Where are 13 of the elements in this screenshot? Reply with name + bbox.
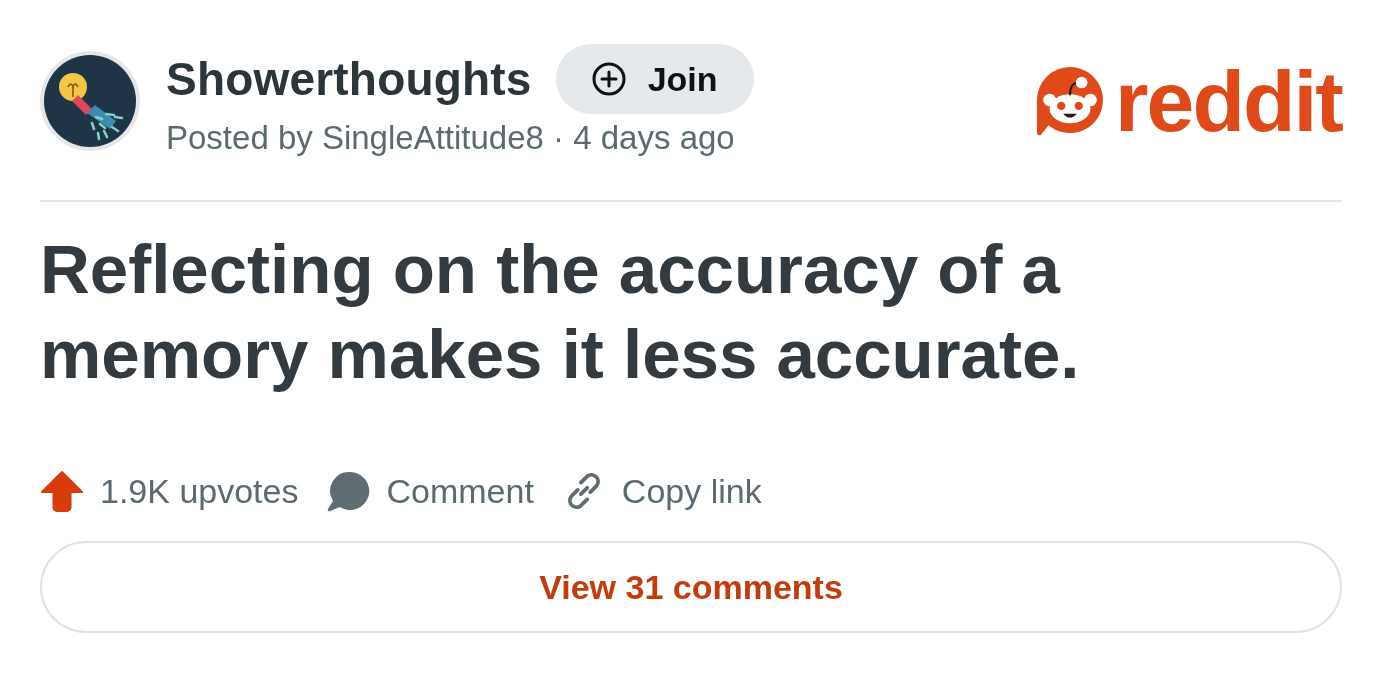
community-name[interactable]: Showerthoughts (166, 52, 532, 106)
post-byline: Posted by SingleAttitude8 · 4 days ago (166, 118, 736, 158)
upvote-button[interactable]: 1.9K upvotes (40, 469, 299, 513)
brand-wordmark: reddit (1115, 56, 1342, 146)
plus-circle-icon (591, 62, 626, 96)
alien-face-logo-icon (1035, 65, 1106, 137)
community-avatar-icon (40, 51, 140, 151)
copy-link-button[interactable]: Copy link (561, 469, 762, 513)
speech-bubble-icon (326, 470, 371, 512)
post-title: Reflecting on the accuracy of a memory makes it less accurate. (40, 230, 1081, 395)
comment-button[interactable]: Comment (326, 469, 534, 513)
join-button[interactable]: Join (555, 44, 754, 114)
view-comments-button[interactable]: View 31 comments (40, 541, 1342, 633)
